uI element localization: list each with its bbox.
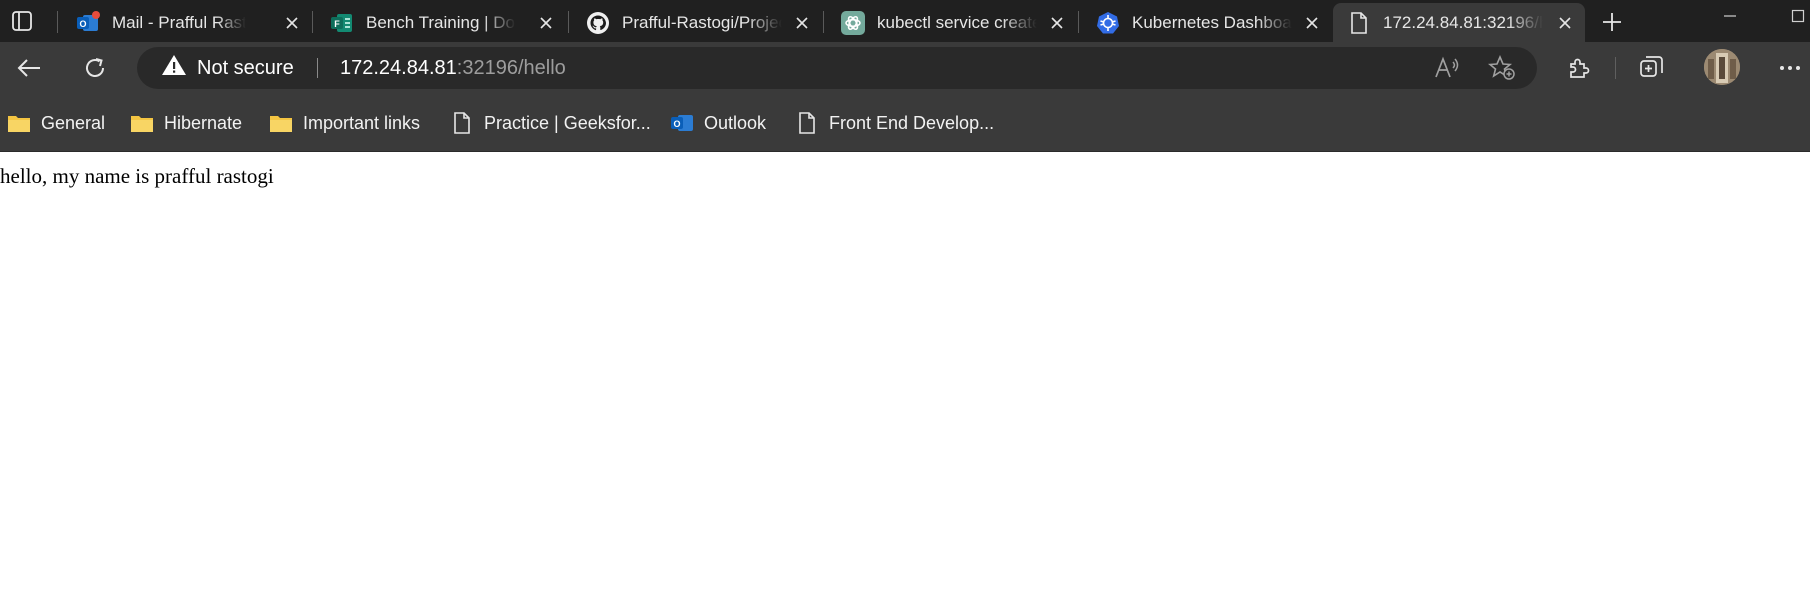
security-label: Not secure xyxy=(197,56,294,79)
bookmark-label: Important links xyxy=(303,112,421,133)
tab-strip: O Mail - Prafful Rastogi - Outlook F Ben… xyxy=(0,0,1810,42)
folder-icon xyxy=(269,112,293,134)
read-aloud-icon[interactable] xyxy=(1433,53,1463,83)
page-body-text: hello, my name is prafful rastogi xyxy=(0,164,274,188)
tab-separator xyxy=(823,11,824,33)
kubernetes-icon xyxy=(1096,11,1120,35)
tab-title: kubectl service create xyxy=(877,13,1037,32)
page-icon xyxy=(450,112,474,134)
close-icon[interactable] xyxy=(536,13,556,33)
address-bar[interactable]: Not secure 172.24.84.81:32196/hello xyxy=(137,47,1537,89)
forms-icon: F xyxy=(330,11,354,35)
close-icon[interactable] xyxy=(282,13,302,33)
close-icon[interactable] xyxy=(1047,13,1067,33)
bookmark-hibernate[interactable]: Hibernate xyxy=(130,94,242,152)
close-icon[interactable] xyxy=(792,13,812,33)
tab-hello-page[interactable]: 172.24.84.81:32196/hello xyxy=(1333,3,1585,42)
bookmark-label: General xyxy=(41,112,106,133)
bookmark-label: Front End Develop... xyxy=(829,112,995,133)
tab-title: Mail - Prafful Rastogi - Outlook xyxy=(112,13,246,32)
svg-text:F: F xyxy=(334,19,340,29)
back-button[interactable] xyxy=(11,50,47,86)
browser-toolbar: Not secure 172.24.84.81:32196/hello xyxy=(0,42,1810,94)
tab-actions-icon[interactable] xyxy=(8,9,36,33)
svg-text:O: O xyxy=(79,19,86,29)
folder-icon xyxy=(130,112,154,134)
tab-kubernetes-dashboard[interactable]: Kubernetes Dashboard xyxy=(1082,3,1332,42)
tab-github[interactable]: Prafful-Rastogi/Projects xyxy=(572,3,822,42)
tab-separator xyxy=(57,11,58,33)
tab-title: Bench Training | Documents xyxy=(366,13,516,32)
tab-title: Prafful-Rastogi/Projects xyxy=(622,13,782,32)
toolbar-divider xyxy=(1615,57,1616,79)
bookmark-label: Practice | Geeksfor... xyxy=(484,112,651,133)
bookmark-geeksforgeeks[interactable]: Practice | Geeksfor... xyxy=(450,94,651,152)
url-path: :32196/hello xyxy=(456,57,566,79)
bookmark-label: Hibernate xyxy=(164,112,243,133)
url-host: 172.24.84.81 xyxy=(340,57,457,79)
tab-title: Kubernetes Dashboard xyxy=(1132,13,1292,32)
tab-separator xyxy=(1078,11,1079,33)
page-icon xyxy=(1347,11,1371,35)
folder-icon xyxy=(7,112,31,134)
tab-separator xyxy=(312,11,313,33)
github-icon xyxy=(586,11,610,35)
add-favorite-icon[interactable] xyxy=(1487,53,1517,83)
tab-separator xyxy=(568,11,569,33)
tab-title: 172.24.84.81:32196/hello xyxy=(1383,13,1543,32)
refresh-button[interactable] xyxy=(77,50,113,86)
bookmark-outlook[interactable]: O Outlook xyxy=(670,94,766,152)
address-separator xyxy=(317,58,318,78)
svg-text:O: O xyxy=(673,119,680,129)
site-info-button[interactable]: Not secure xyxy=(161,47,294,89)
bookmarks-bar: General Hibernate Important links Practi… xyxy=(0,94,1810,152)
bookmark-general[interactable]: General xyxy=(7,94,105,152)
bookmark-important-links[interactable]: Important links xyxy=(269,94,420,152)
url-text[interactable]: 172.24.84.81:32196/hello xyxy=(340,47,566,89)
page-content: hello, my name is prafful rastogi xyxy=(0,152,1810,607)
more-menu-button[interactable] xyxy=(1772,50,1808,86)
extensions-button[interactable] xyxy=(1561,50,1597,86)
profile-avatar[interactable] xyxy=(1704,49,1740,85)
tab-chatgpt[interactable]: kubectl service create xyxy=(827,3,1077,42)
close-icon[interactable] xyxy=(1555,13,1575,33)
close-icon[interactable] xyxy=(1302,13,1322,33)
tab-bench-training[interactable]: F Bench Training | Documents xyxy=(316,3,566,42)
bookmark-label: Outlook xyxy=(704,112,767,133)
minimize-icon[interactable] xyxy=(1718,6,1742,26)
warning-icon xyxy=(161,53,187,83)
new-tab-button[interactable] xyxy=(1597,8,1627,36)
chatgpt-icon xyxy=(841,11,865,35)
maximize-icon[interactable] xyxy=(1786,6,1810,26)
tab-mail[interactable]: O Mail - Prafful Rastogi - Outlook xyxy=(62,3,312,42)
outlook-icon: O xyxy=(670,112,694,134)
outlook-icon: O xyxy=(76,11,100,35)
collections-button[interactable] xyxy=(1634,50,1670,86)
bookmark-front-end-develop[interactable]: Front End Develop... xyxy=(795,94,994,152)
page-icon xyxy=(795,112,819,134)
